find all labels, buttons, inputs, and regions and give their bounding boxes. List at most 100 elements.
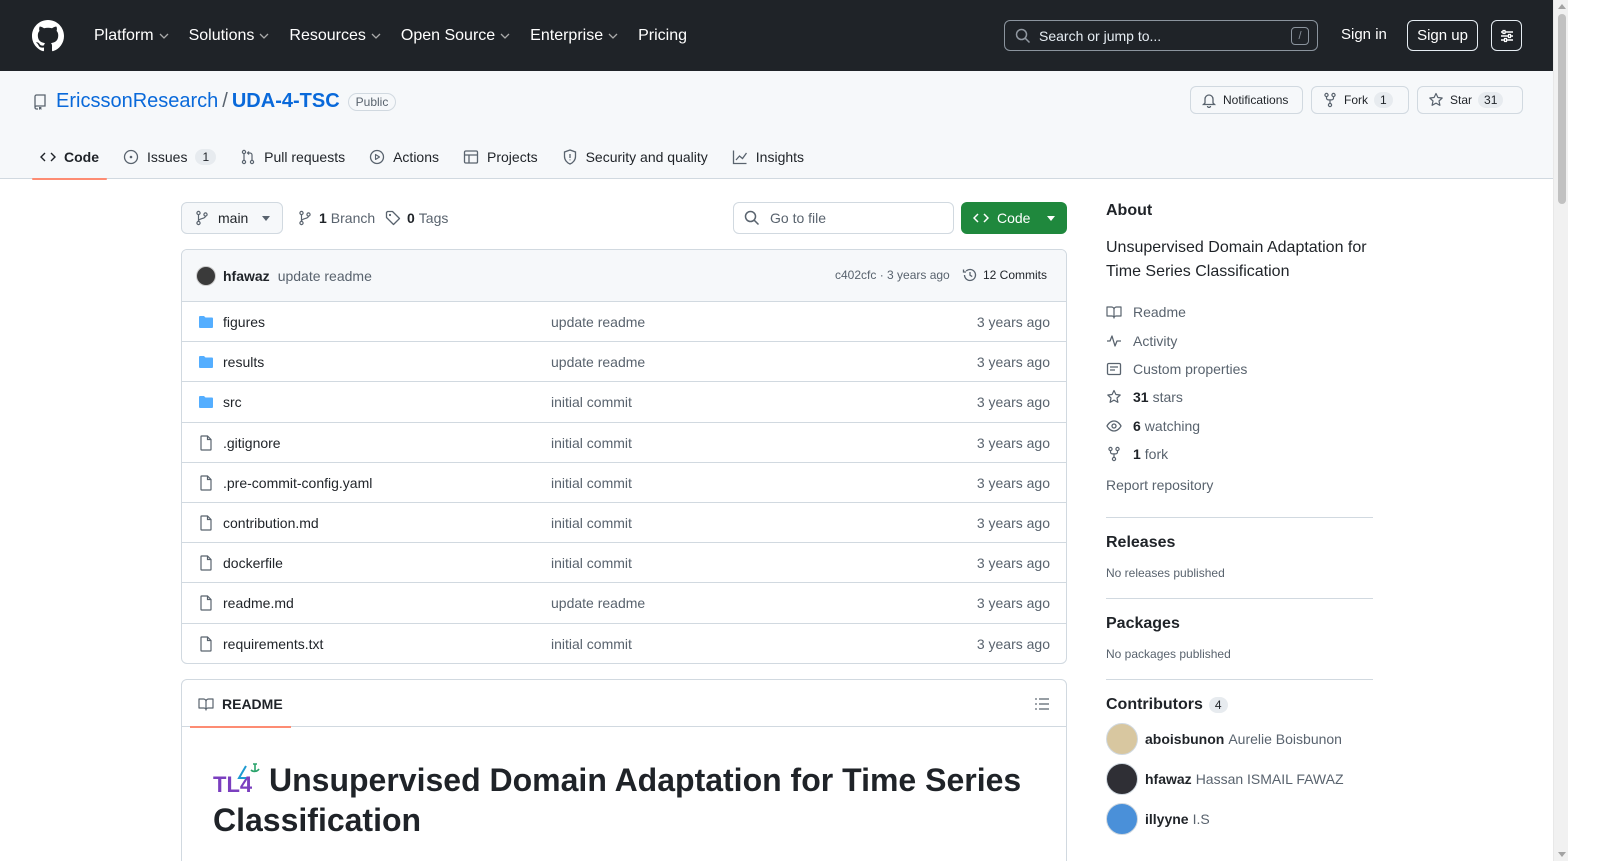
commit-author-link[interactable]: hfawaz [223,268,270,284]
file-row[interactable]: src initial commit 3 years ago [182,382,1066,423]
custom-properties-link[interactable]: Custom properties [1106,355,1373,383]
readme-tab[interactable]: README [190,680,291,728]
branch-select-button[interactable]: main [181,202,283,234]
readme-panel: README TL4 Unsupervised Domain Adaptatio… [181,679,1067,861]
nav-pricing[interactable]: Pricing [630,20,695,52]
page-scrollbar[interactable] [1553,0,1568,861]
go-to-file-input[interactable]: Go to file [733,202,954,234]
file-name-link[interactable]: requirements.txt [223,636,323,652]
repo-header: EricssonResearch / UDA-4-TSC Public Noti… [0,71,1553,180]
file-name-link[interactable]: .gitignore [223,435,281,451]
contributor-name: Hassan ISMAIL FAWAZ [1195,770,1344,787]
tab-security[interactable]: Security and quality [554,135,716,179]
avatar [1106,762,1138,795]
sliders-icon [1500,29,1513,42]
tab-actions[interactable]: Actions [361,135,447,179]
scroll-thumb[interactable] [1558,14,1566,204]
tag-label: Tags [418,210,449,226]
table-icon [463,150,479,164]
global-search-input[interactable]: Search or jump to... / [1004,20,1318,51]
file-commit-message-link[interactable]: initial commit [551,555,632,571]
file-name-link[interactable]: contribution.md [223,515,319,531]
file-commit-message-link[interactable]: update readme [551,314,645,330]
tab-projects[interactable]: Projects [455,135,546,179]
tab-issues[interactable]: Issues 1 [115,135,224,179]
chevron-down-icon [259,33,269,39]
tab-insights[interactable]: Insights [724,135,812,179]
nav-platform[interactable]: Platform [86,20,177,52]
watching-link[interactable]: 6 watching [1106,412,1373,440]
file-row[interactable]: figures update readme 3 years ago [182,302,1066,343]
table-of-contents-icon[interactable] [1034,696,1050,712]
file-row[interactable]: contribution.md initial commit 3 years ago [182,503,1066,544]
sign-in-link[interactable]: Sign in [1341,26,1387,43]
activity-link[interactable]: Activity [1106,326,1373,354]
file-commit-message-link[interactable]: initial commit [551,475,632,491]
file-name-link[interactable]: src [223,394,242,410]
sign-up-button[interactable]: Sign up [1407,20,1478,51]
play-circle-icon [369,149,385,165]
repo-owner-link[interactable]: EricssonResearch [56,90,218,113]
report-repository-link[interactable]: Report repository [1106,470,1373,498]
avatar[interactable] [196,265,216,286]
contributors-heading[interactable]: Contributors 4 [1106,696,1373,714]
file-row[interactable]: .pre-commit-config.yaml initial commit 3 y… [182,463,1066,503]
nav-solutions[interactable]: Solutions [181,20,278,52]
tags-link[interactable]: 0 Tags [385,210,448,226]
file-commit-message-link[interactable]: initial commit [551,435,632,451]
settings-menu-button[interactable] [1491,20,1522,51]
branches-link[interactable]: 1 Branch [297,210,375,226]
search-icon [1015,28,1031,43]
branch-count: 1 [319,210,327,226]
repo-name-link[interactable]: UDA-4-TSC [232,90,340,113]
packages-heading[interactable]: Packages [1106,615,1373,633]
file-commit-message-link[interactable]: initial commit [551,515,632,531]
file-row[interactable]: readme.md update readme 3 years ago [182,583,1066,624]
contributor-item[interactable]: aboisbunon Aurelie Boisbunon [1106,722,1373,755]
nav-enterprise[interactable]: Enterprise [522,20,626,52]
star-button[interactable]: Star 31 [1417,86,1523,114]
contributor-item[interactable]: hfawaz Hassan ISMAIL FAWAZ [1106,762,1373,795]
code-dropdown-button[interactable]: Code [961,202,1067,234]
scroll-up-arrow-icon[interactable] [1558,4,1566,9]
file-row[interactable]: results update readme 3 years ago [182,342,1066,383]
nav-open-source[interactable]: Open Source [393,20,518,52]
file-row[interactable]: .gitignore initial commit 3 years ago [182,423,1066,463]
folder-icon [198,314,214,330]
file-commit-message-link[interactable]: update readme [551,354,645,370]
commit-sha-age[interactable]: c402cfc · 3 years ago [835,268,950,282]
file-row[interactable]: requirements.txt initial commit 3 years ag… [182,624,1066,664]
file-commit-message-link[interactable]: initial commit [551,394,632,410]
forks-link[interactable]: 1 fork [1106,440,1373,468]
custom-properties-label: Custom properties [1133,360,1248,377]
file-commit-message-link[interactable]: initial commit [551,636,632,652]
notifications-label: Notifications [1223,93,1289,107]
file-name-link[interactable]: figures [223,314,265,330]
commit-message-link[interactable]: update readme [278,268,372,284]
scroll-down-arrow-icon[interactable] [1558,852,1566,857]
file-name-link[interactable]: .pre-commit-config.yaml [223,475,372,491]
tab-pull-requests[interactable]: Pull requests [232,135,353,179]
tab-code[interactable]: Code [32,135,107,180]
file-name-link[interactable]: readme.md [223,595,294,611]
contributor-item[interactable]: illyyne I.S [1106,802,1373,835]
releases-heading[interactable]: Releases [1106,534,1373,552]
chevron-down-icon [159,33,169,39]
file-name-link[interactable]: results [223,354,264,370]
file-row[interactable]: dockerfile initial commit 3 years ago [182,543,1066,584]
tab-label: Projects [487,149,538,165]
fork-button[interactable]: Fork 1 [1311,86,1409,114]
github-logo-icon[interactable] [32,19,64,52]
issues-count: 1 [195,149,217,165]
repo-tabs: Code Issues 1 Pull requests Actions Proj… [32,135,820,180]
nav-resources[interactable]: Resources [281,20,388,52]
bell-icon [1201,94,1217,108]
file-commit-message-link[interactable]: update readme [551,595,645,611]
notifications-button[interactable]: Notifications [1190,86,1303,114]
tab-label: Issues [147,149,188,165]
file-name-link[interactable]: dockerfile [223,555,283,571]
commits-link[interactable]: 12 Commits [962,267,1047,283]
stars-link[interactable]: 31 stars [1106,383,1373,411]
readme-link[interactable]: Readme [1106,298,1373,326]
avatar [1106,802,1138,835]
